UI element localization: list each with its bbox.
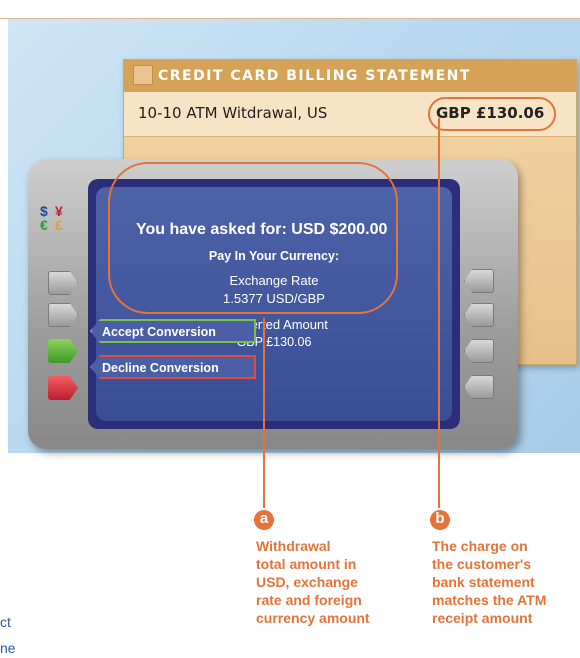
- dollar-symbol: $: [40, 203, 48, 219]
- atm-decline-key[interactable]: [48, 376, 78, 400]
- atm-left-key-1[interactable]: [48, 271, 78, 295]
- callout-a-badge: a: [254, 510, 274, 530]
- callout-a-line: Withdrawal: [256, 538, 331, 554]
- currency-symbols-icon: $ ¥ € £: [40, 204, 72, 232]
- callout-a-line: rate and foreign: [256, 592, 362, 608]
- callout-b-ellipse: [428, 97, 556, 131]
- atm-right-key-3[interactable]: [464, 339, 494, 363]
- callout-b-line: the customer's: [432, 556, 532, 572]
- callout-b-line: matches the ATM: [432, 592, 547, 608]
- atm-accept-key[interactable]: [48, 339, 78, 363]
- frame-top-border: [0, 0, 580, 19]
- accept-conversion-option[interactable]: Accept Conversion: [90, 319, 256, 343]
- callout-b-badge: b: [430, 510, 450, 530]
- atm-left-key-2[interactable]: [48, 303, 78, 327]
- illustration-panel: CREDIT CARD BILLING STATEMENT 10-10 ATM …: [8, 19, 580, 453]
- callout-a-line: total amount in: [256, 556, 357, 572]
- callout-a-leader: [263, 318, 265, 508]
- callout-a-line: currency amount: [256, 610, 370, 626]
- callout-a-ellipse: [108, 162, 398, 314]
- atm-right-key-1[interactable]: [464, 269, 494, 293]
- statement-description: 10-10 ATM Witdrawal, US: [138, 104, 328, 122]
- statement-title: CREDIT CARD BILLING STATEMENT: [158, 68, 471, 84]
- callout-b-caption: The charge on the customer's bank statem…: [432, 537, 546, 627]
- atm-right-key-2[interactable]: [464, 303, 494, 327]
- callout-b-line: receipt amount: [432, 610, 533, 626]
- pound-symbol: £: [55, 217, 63, 233]
- atm-right-key-4[interactable]: [464, 375, 494, 399]
- callout-a-caption: Withdrawal total amount in USD, exchange…: [256, 537, 370, 627]
- callout-a-line: USD, exchange: [256, 574, 358, 590]
- euro-symbol: €: [40, 217, 48, 233]
- callout-b-line: The charge on: [432, 538, 528, 554]
- statement-header: CREDIT CARD BILLING STATEMENT: [124, 60, 576, 92]
- yen-symbol: ¥: [55, 203, 63, 219]
- callout-b-line: bank statement: [432, 574, 535, 590]
- cropped-text-1: ct: [0, 614, 11, 630]
- callout-b-leader: [438, 118, 440, 508]
- statement-logo-square: [133, 65, 153, 85]
- decline-conversion-option[interactable]: Decline Conversion: [90, 355, 256, 379]
- cropped-text-2: ne: [0, 640, 16, 656]
